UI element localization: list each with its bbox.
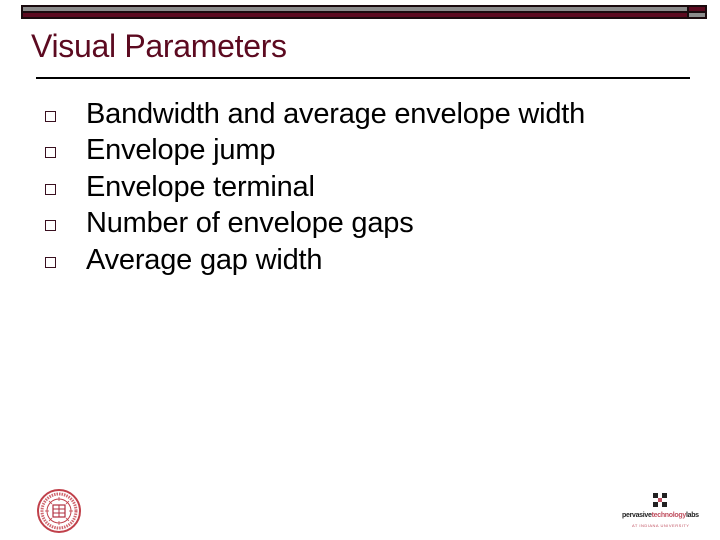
title-divider xyxy=(36,77,690,79)
bullet-text: Bandwidth and average envelope width xyxy=(86,97,586,130)
university-seal-logo xyxy=(37,489,81,533)
header-bar-maroon-stripe xyxy=(23,13,687,17)
hollow-square-bullet-icon xyxy=(45,256,56,268)
list-item: Envelope terminal xyxy=(40,169,585,206)
hollow-square-bullet-icon xyxy=(45,147,56,159)
bullet-text: Average gap width xyxy=(86,243,323,276)
bullet-text: Envelope terminal xyxy=(86,170,315,203)
logo-wordmark: pervasivetechnologylabs xyxy=(622,512,702,519)
logo-subtitle: AT INDIANA UNIVERSITY xyxy=(632,523,690,528)
hollow-square-bullet-icon xyxy=(45,220,56,232)
header-bar-gray-stripe xyxy=(23,7,687,11)
logo-word-technology: technology xyxy=(651,512,687,519)
pervasive-technology-labs-logo: pervasivetechnologylabs AT INDIANA UNIVE… xyxy=(622,490,702,536)
header-decorative-bar xyxy=(21,5,707,19)
header-bar-cap-gray xyxy=(689,13,705,17)
slide-title: Visual Parameters xyxy=(31,28,287,64)
logo-word-labs: labs xyxy=(685,512,699,519)
hollow-square-bullet-icon xyxy=(45,183,56,195)
bullet-text: Number of envelope gaps xyxy=(86,207,414,240)
logo-mark-icon xyxy=(653,493,667,507)
bullet-list: Bandwidth and average envelope width Env… xyxy=(40,96,585,279)
list-item: Average gap width xyxy=(40,242,585,279)
list-item: Envelope jump xyxy=(40,133,585,170)
hollow-square-bullet-icon xyxy=(45,110,56,122)
list-item: Number of envelope gaps xyxy=(40,206,585,243)
bullet-text: Envelope jump xyxy=(86,134,276,167)
header-bar-cap-maroon xyxy=(689,7,705,11)
list-item: Bandwidth and average envelope width xyxy=(40,96,585,133)
logo-word-pervasive: pervasive xyxy=(622,512,652,519)
